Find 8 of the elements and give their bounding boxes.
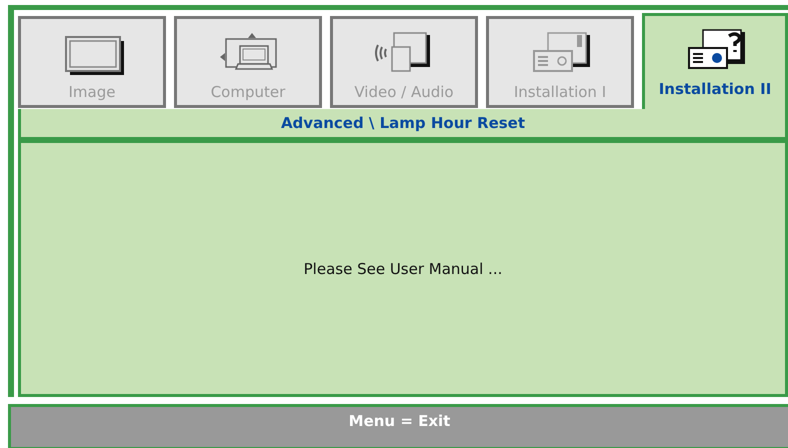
- menu-tab[interactable]: Installation I: [486, 16, 634, 108]
- menu-tab[interactable]: Computer: [174, 16, 322, 108]
- menu-tab[interactable]: Video / Audio: [330, 16, 478, 108]
- menu-tab[interactable]: Image: [18, 16, 166, 108]
- breadcrumb-bar: Advanced \ Lamp Hour Reset: [18, 109, 788, 140]
- message-text: Please See User Manual ...: [304, 260, 502, 278]
- footer-bar: Menu = Exit: [8, 404, 788, 448]
- menu-tab[interactable]: Installation II: [642, 13, 788, 112]
